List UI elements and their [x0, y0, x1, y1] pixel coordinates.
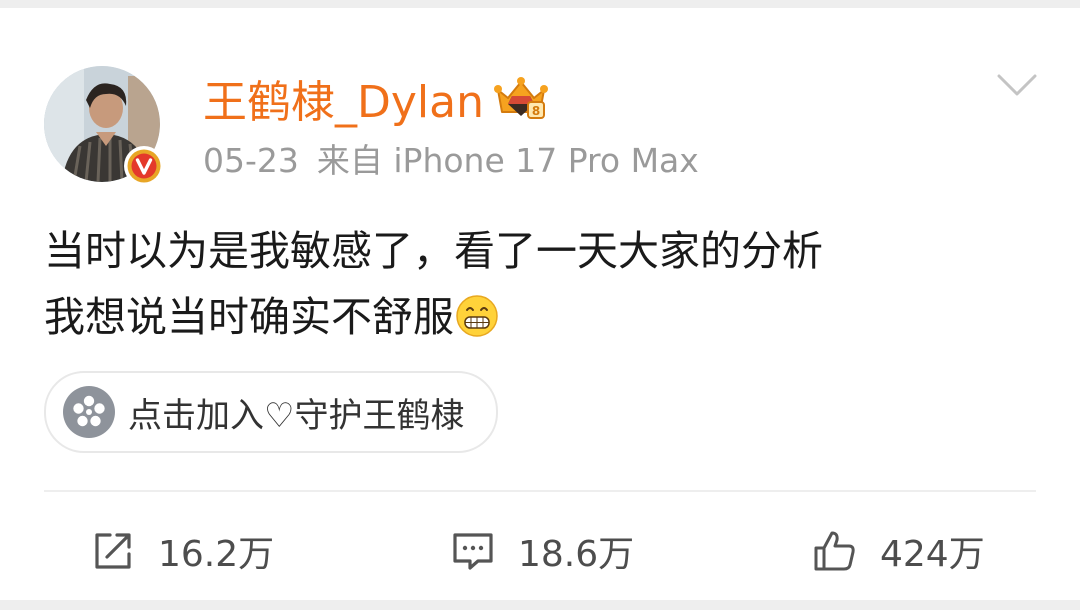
- svg-text:8: 8: [532, 104, 540, 118]
- divider: [44, 490, 1036, 492]
- comment-count: 18.6万: [518, 534, 635, 575]
- post-card: 王鹤棣_Dylan 8 05-23 来自 iPhone 17 Pro Max 当时…: [0, 8, 1080, 600]
- supertopic-flower-icon: [63, 386, 115, 438]
- post-source: 来自 iPhone 17 Pro Max: [316, 141, 699, 180]
- verified-badge-icon: [124, 146, 164, 186]
- share-icon: [95, 533, 131, 569]
- repost-count: 16.2万: [158, 534, 275, 575]
- chevron-down-icon[interactable]: [995, 66, 1039, 104]
- supertopic-label: 点击加入♡守护王鹤棣: [128, 395, 465, 436]
- post-line-2: 我想说当时确实不舒服: [44, 284, 1034, 350]
- post-text: 当时以为是我敏感了，看了一天大家的分析 我想说当时确实不舒服: [44, 218, 1034, 350]
- post-line-2-text: 我想说当时确实不舒服: [44, 293, 454, 341]
- username-text: 王鹤棣_Dylan: [203, 77, 484, 128]
- vip-crown-icon: 8: [494, 77, 548, 119]
- comment-icon: [453, 533, 493, 570]
- post-line-1: 当时以为是我敏感了，看了一天大家的分析: [44, 227, 823, 275]
- username[interactable]: 王鹤棣_Dylan 8: [203, 68, 550, 128]
- post-date: 05-23: [203, 141, 299, 180]
- repost-button[interactable]: 16.2万: [90, 518, 274, 584]
- post-meta: 05-23 来自 iPhone 17 Pro Max: [203, 138, 699, 184]
- grin-emoji-icon: [456, 295, 498, 337]
- avatar[interactable]: [44, 66, 164, 186]
- like-button[interactable]: 424万: [812, 518, 985, 584]
- thumbs-up-icon: [814, 531, 855, 571]
- comment-button[interactable]: 18.6万: [450, 518, 634, 584]
- like-count: 424万: [880, 534, 985, 575]
- supertopic-button[interactable]: 点击加入♡守护王鹤棣: [44, 371, 499, 453]
